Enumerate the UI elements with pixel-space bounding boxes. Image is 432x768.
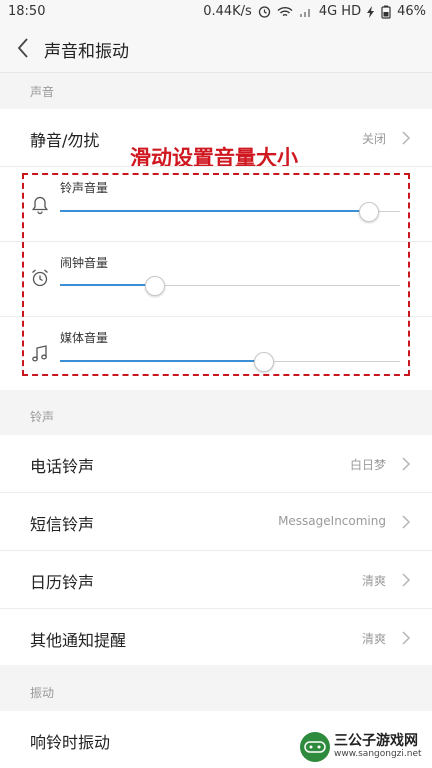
watermark-name: 三公子游戏网	[334, 733, 418, 750]
watermark-logo	[300, 732, 330, 762]
slider-fill	[60, 210, 370, 212]
row-value: 清爽	[361, 574, 386, 588]
slider-thumb[interactable]	[145, 276, 166, 296]
back-arrow-icon[interactable]	[14, 35, 34, 61]
media-volume-slider[interactable]	[60, 352, 400, 372]
silent-mode-label: 静音/勿扰	[30, 131, 100, 150]
sms-ringtone-row[interactable]: 短信铃声 MessageIncoming	[0, 493, 432, 550]
row-label: 响铃时振动	[30, 733, 111, 752]
slider-fill	[60, 284, 156, 286]
chevron-right-icon	[402, 573, 411, 587]
volume-label: 媒体音量	[60, 331, 109, 345]
watermark: 三公子游戏网 www.sangongzi.net	[300, 730, 426, 764]
chevron-right-icon	[402, 515, 411, 529]
calendar-ringtone-row[interactable]: 日历铃声 清爽	[0, 551, 432, 608]
row-label: 其他通知提醒	[30, 631, 127, 650]
row-label: 日历铃声	[30, 573, 95, 592]
battery-level: 46%	[397, 4, 426, 19]
volume-row-alarm: 闹钟音量	[0, 242, 432, 316]
row-label: 短信铃声	[30, 515, 95, 534]
slider-thumb[interactable]	[359, 202, 380, 222]
chevron-right-icon	[402, 131, 411, 145]
status-time: 18:50	[8, 4, 46, 19]
chevron-right-icon	[402, 457, 411, 471]
slider-fill	[60, 360, 264, 362]
volume-label: 闹钟音量	[60, 256, 109, 270]
alarm-volume-slider[interactable]	[60, 276, 400, 296]
slider-thumb[interactable]	[254, 352, 274, 372]
volume-row-media: 媒体音量	[0, 317, 432, 390]
network-speed: 0.44K/s	[203, 4, 252, 19]
row-value: 清爽	[361, 632, 386, 646]
alarm-clock-icon	[32, 269, 48, 287]
chevron-right-icon	[402, 631, 411, 645]
signal-icon	[299, 8, 310, 17]
section-title-sound: 声音	[30, 85, 55, 99]
network-type: 4G HD	[318, 4, 362, 19]
section-title-vibration: 振动	[30, 686, 55, 700]
row-value: 白日梦	[349, 458, 386, 472]
wifi-icon	[277, 6, 293, 16]
status-bar: 18:50 0.44K/s 4G HD 46%	[0, 0, 432, 24]
row-value: MessageIncoming	[278, 514, 386, 528]
alarm-icon	[258, 6, 270, 18]
ring-volume-slider[interactable]	[60, 202, 400, 222]
watermark-url: www.sangongzi.net	[334, 748, 422, 759]
music-note-icon	[32, 345, 47, 362]
page-title: 声音和振动	[44, 42, 129, 62]
silent-mode-value: 关闭	[361, 132, 386, 146]
notification-ringtone-row[interactable]: 其他通知提醒 清爽	[0, 609, 432, 665]
charging-icon	[367, 5, 375, 18]
volume-label: 铃声音量	[60, 181, 109, 195]
battery-icon	[381, 5, 391, 19]
volume-row-ring: 铃声音量	[0, 167, 432, 241]
row-label: 电话铃声	[30, 457, 95, 476]
phone-ringtone-row[interactable]: 电话铃声 白日梦	[0, 435, 432, 492]
app-bar: 声音和振动	[0, 24, 432, 73]
section-title-ringtone: 铃声	[30, 410, 55, 424]
bell-icon	[31, 196, 49, 215]
